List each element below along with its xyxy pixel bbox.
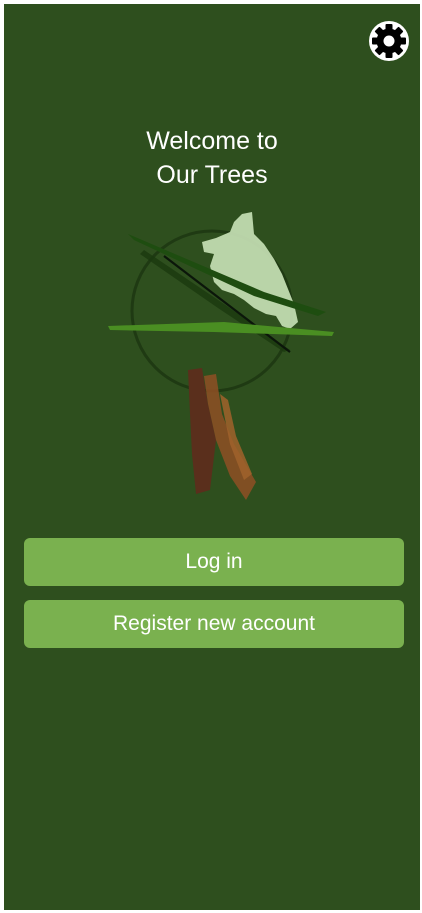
app-logo xyxy=(104,204,344,504)
register-button[interactable]: Register new account xyxy=(24,600,404,648)
settings-button[interactable] xyxy=(366,18,412,64)
welcome-screen: Welcome to Our Trees Log in Register new… xyxy=(4,4,420,910)
gear-icon xyxy=(366,18,412,64)
title-line-2: Our Trees xyxy=(156,161,268,189)
login-button[interactable]: Log in xyxy=(24,538,404,586)
page-title: Welcome to Our Trees xyxy=(4,124,420,192)
title-line-1: Welcome to xyxy=(146,127,278,155)
